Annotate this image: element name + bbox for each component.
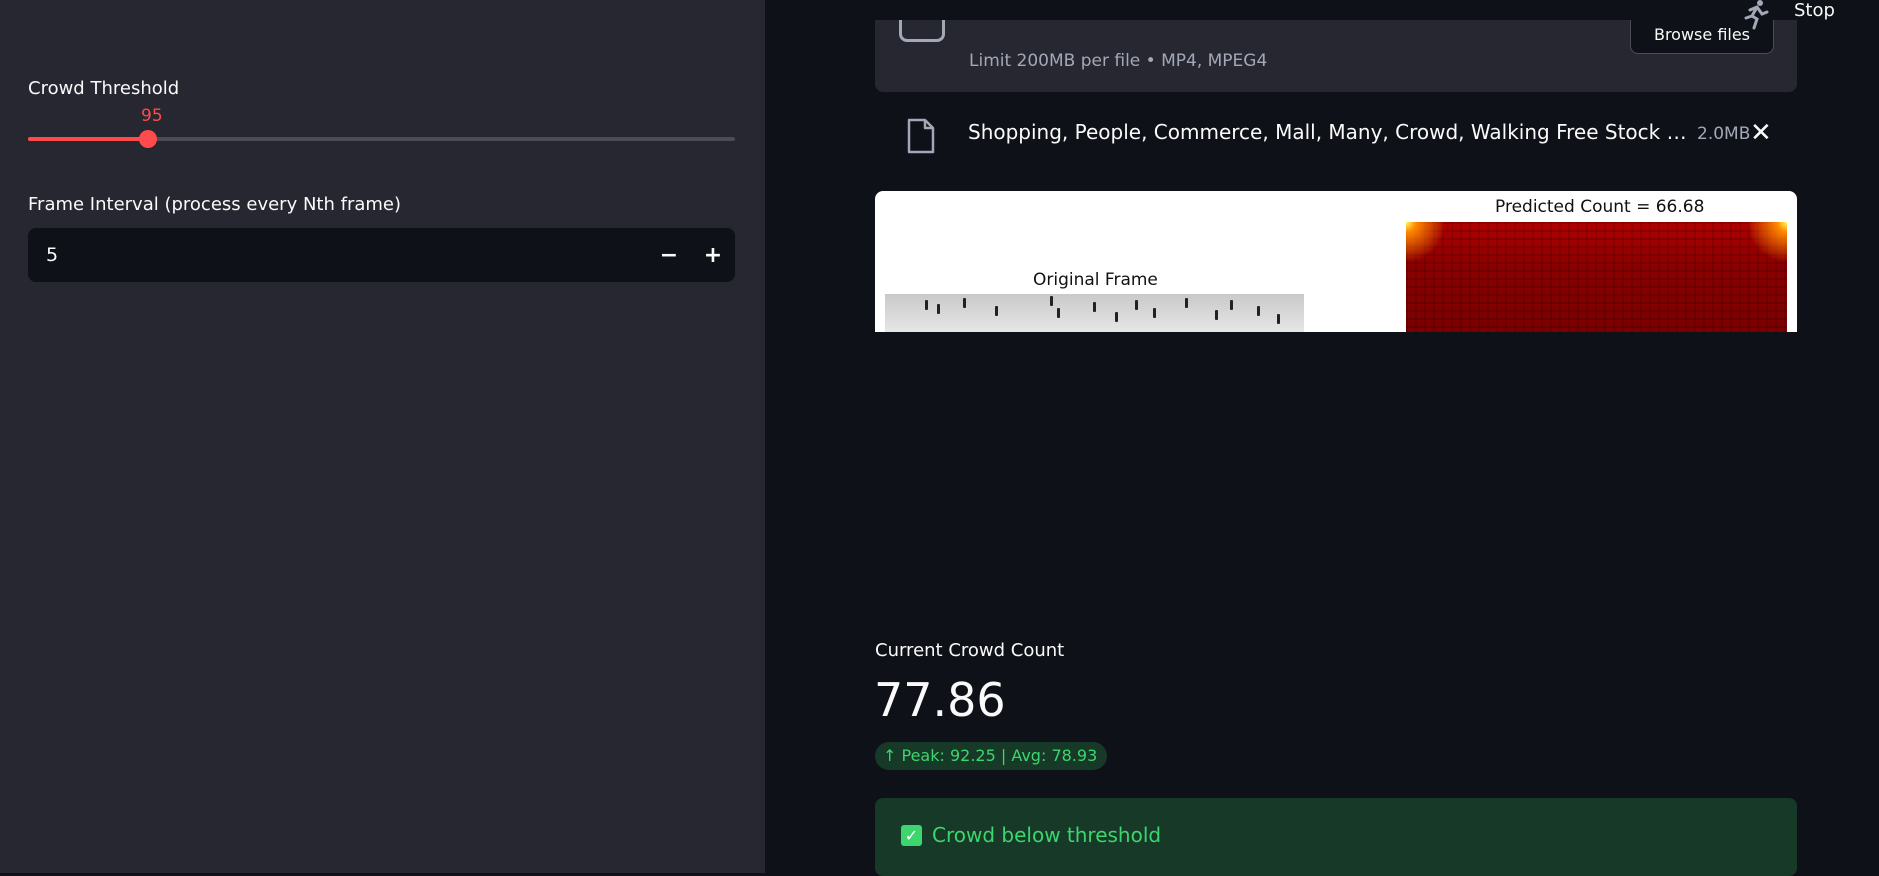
threshold-slider[interactable] xyxy=(28,130,735,148)
threshold-slider-value: 95 xyxy=(141,106,163,126)
metric-delta-badge: ↑ Peak: 92.25 | Avg: 78.93 xyxy=(875,742,1108,770)
uploaded-file-size: 2.0MB xyxy=(1697,124,1751,144)
upload-cloud-icon xyxy=(899,20,945,42)
alert-text: Crowd below threshold xyxy=(932,823,1162,847)
metric-value: 77.86 xyxy=(874,673,1006,727)
frame-interval-label: Frame Interval (process every Nth frame) xyxy=(28,194,401,215)
threshold-slider-fill xyxy=(28,137,149,141)
success-alert: ✓ Crowd below threshold xyxy=(875,798,1797,876)
file-icon xyxy=(907,118,935,154)
file-uploader-dropzone[interactable]: Limit 200MB per file • MP4, MPEG4 Browse… xyxy=(875,20,1797,92)
frame-interval-input[interactable]: 5 − + xyxy=(28,228,735,282)
remove-file-close-icon[interactable]: ✕ xyxy=(1750,118,1772,148)
frame-interval-value[interactable]: 5 xyxy=(28,244,647,266)
main-menu-icon[interactable]: ⋮ xyxy=(1870,0,1879,21)
crowd-threshold-label: Crowd Threshold xyxy=(28,78,180,99)
sidebar: Crowd Threshold 95 Frame Interval (proce… xyxy=(0,0,765,873)
running-man-icon xyxy=(1744,0,1769,30)
decrement-button[interactable]: − xyxy=(647,228,691,282)
stop-button[interactable]: Stop xyxy=(1794,0,1835,21)
increment-button[interactable]: + xyxy=(691,228,735,282)
original-frame-image xyxy=(885,294,1304,332)
metric-label: Current Crowd Count xyxy=(875,640,1065,661)
predicted-count-title: Predicted Count = 66.68 xyxy=(1495,197,1705,217)
uploaded-file-name: Shopping, People, Commerce, Mall, Many, … xyxy=(968,120,1688,144)
original-frame-title: Original Frame xyxy=(1033,270,1158,290)
checkmark-icon: ✓ xyxy=(901,825,922,846)
upload-limit-text: Limit 200MB per file • MP4, MPEG4 xyxy=(969,51,1268,71)
density-heatmap xyxy=(1406,222,1787,332)
result-figure: Original Frame Predicted Count = 66.68 xyxy=(875,191,1797,332)
threshold-slider-thumb[interactable] xyxy=(139,130,158,148)
